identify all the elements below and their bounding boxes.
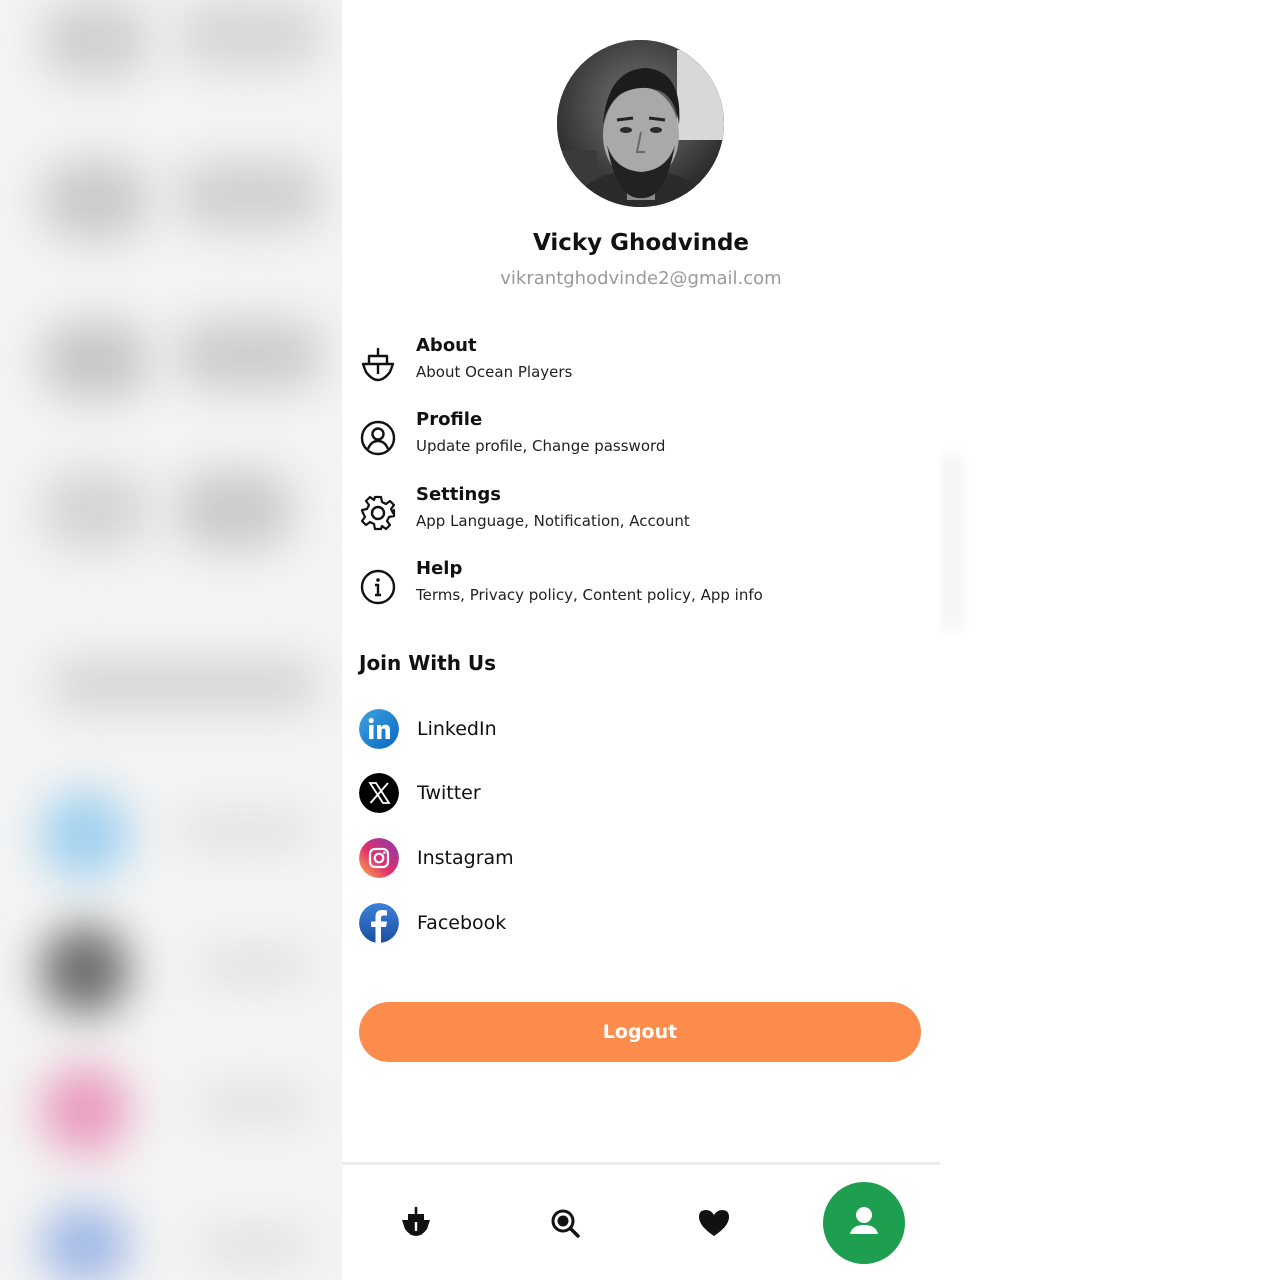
profile-panel: Vicky Ghodvinde vikrantghodvinde2@gmail.… bbox=[342, 0, 940, 1280]
ship-icon bbox=[361, 347, 395, 382]
nav-profile[interactable] bbox=[823, 1182, 905, 1264]
menu-subtitle: Update profile, Change password bbox=[416, 437, 666, 455]
menu-item-help[interactable]: Help Terms, Privacy policy, Content poli… bbox=[342, 558, 940, 620]
menu-subtitle: About Ocean Players bbox=[416, 363, 573, 381]
user-email: vikrantghodvinde2@gmail.com bbox=[500, 268, 782, 289]
join-section-title: Join With Us bbox=[359, 651, 497, 675]
gear-icon bbox=[360, 495, 396, 531]
menu-title: Profile bbox=[416, 409, 483, 430]
person-icon bbox=[850, 1207, 878, 1234]
heart-icon bbox=[699, 1210, 729, 1236]
menu-subtitle: Terms, Privacy policy, Content policy, A… bbox=[416, 586, 763, 604]
nav-search[interactable] bbox=[545, 1203, 585, 1243]
nav-favorites[interactable] bbox=[694, 1203, 734, 1243]
menu-title: Settings bbox=[416, 484, 501, 505]
screen: Vicky Ghodvinde vikrantghodvinde2@gmail.… bbox=[0, 0, 1280, 1280]
social-link-linkedin[interactable]: LinkedIn bbox=[359, 709, 659, 751]
x-twitter-icon bbox=[359, 773, 399, 813]
info-icon bbox=[360, 569, 396, 605]
avatar-photo bbox=[557, 40, 724, 207]
social-link-instagram[interactable]: Instagram bbox=[359, 838, 659, 880]
menu-title: Help bbox=[416, 558, 463, 579]
blurred-background bbox=[0, 0, 342, 1280]
right-margin bbox=[940, 0, 1280, 1280]
social-label: Twitter bbox=[417, 782, 481, 804]
user-name: Vicky Ghodvinde bbox=[532, 230, 750, 256]
menu-title: About bbox=[416, 335, 477, 356]
social-link-twitter[interactable]: Twitter bbox=[359, 773, 659, 815]
avatar[interactable] bbox=[557, 40, 724, 207]
right-shadow bbox=[940, 455, 964, 630]
social-link-facebook[interactable]: Facebook bbox=[359, 903, 659, 945]
search-icon bbox=[551, 1209, 580, 1238]
menu-item-profile[interactable]: Profile Update profile, Change password bbox=[342, 409, 940, 471]
social-label: Facebook bbox=[417, 912, 507, 934]
facebook-icon bbox=[359, 903, 399, 943]
menu-subtitle: App Language, Notification, Account bbox=[416, 512, 690, 530]
instagram-icon bbox=[359, 838, 399, 878]
ship-icon bbox=[402, 1206, 430, 1236]
user-circle-icon bbox=[360, 420, 396, 456]
logout-button[interactable]: Logout bbox=[359, 1002, 921, 1062]
social-label: Instagram bbox=[417, 847, 514, 869]
menu-item-about[interactable]: About About Ocean Players bbox=[342, 335, 940, 397]
nav-home[interactable] bbox=[396, 1203, 436, 1243]
social-label: LinkedIn bbox=[417, 718, 497, 740]
linkedin-icon bbox=[359, 709, 399, 749]
bottom-nav bbox=[342, 1165, 940, 1280]
menu-item-settings[interactable]: Settings App Language, Notification, Acc… bbox=[342, 484, 940, 546]
